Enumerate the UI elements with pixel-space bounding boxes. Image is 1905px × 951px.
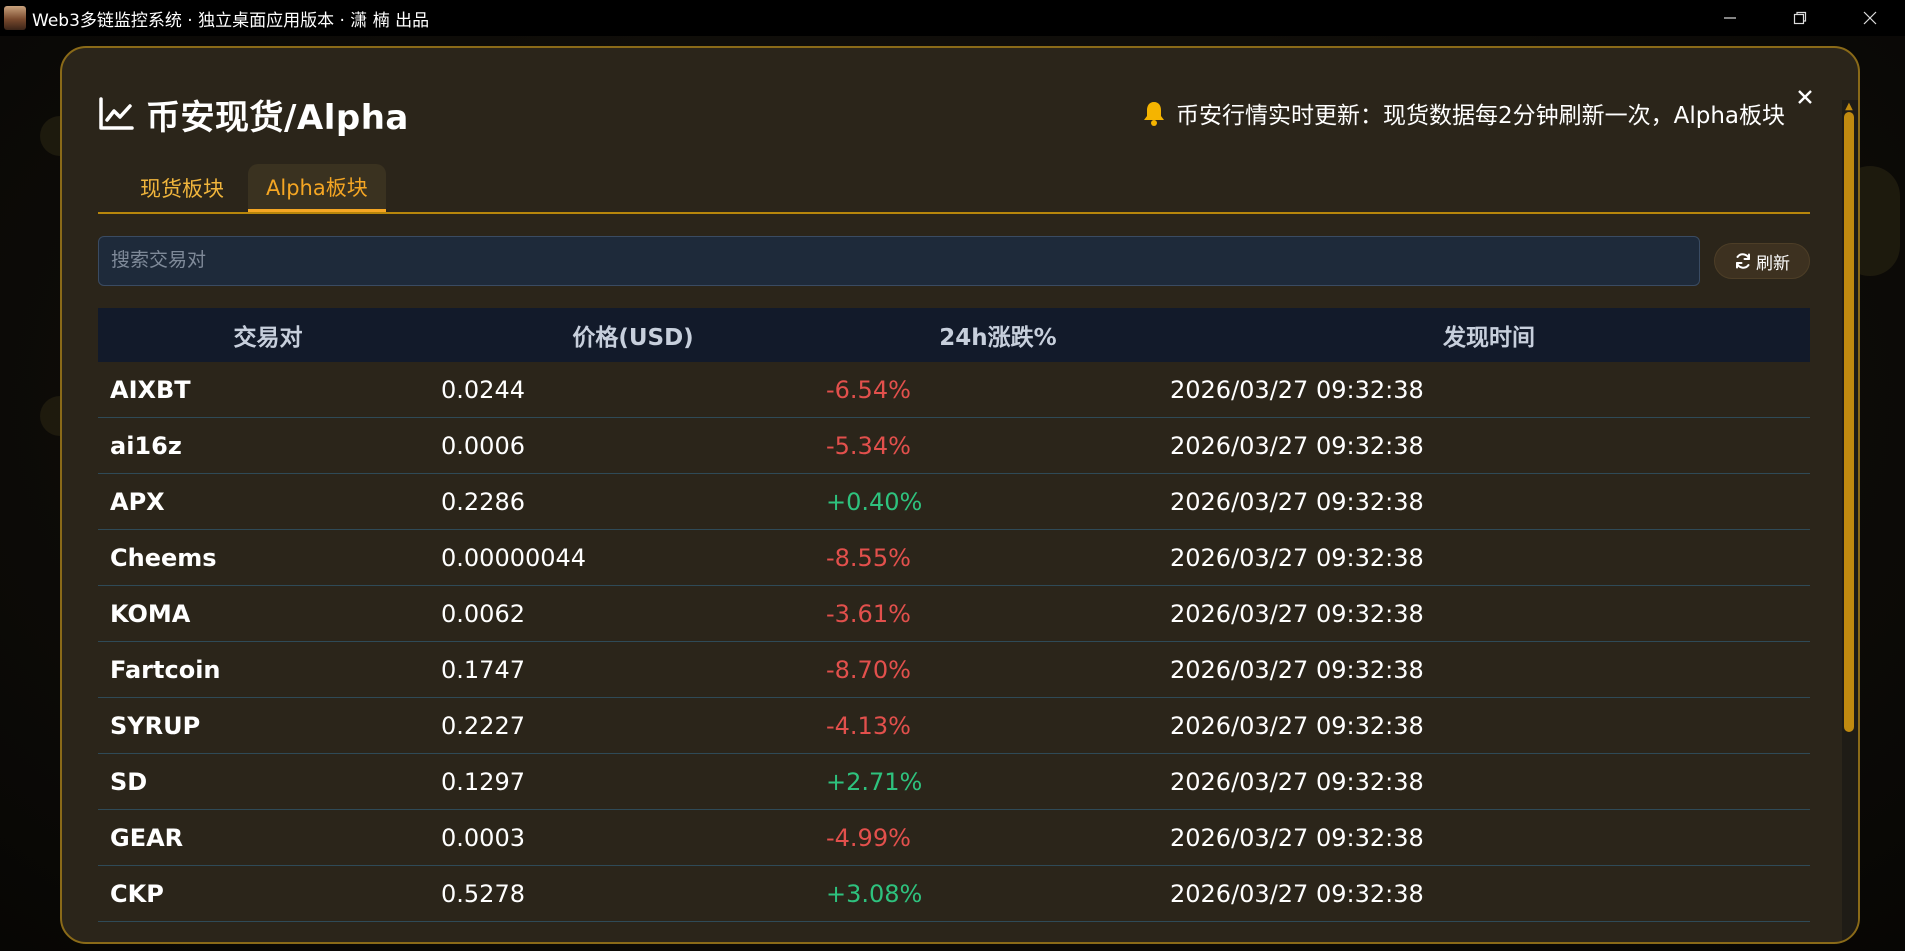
cell-time: 2026/03/27 09:32:38 [1170, 543, 1424, 572]
header-pair[interactable]: 交易对 [98, 318, 438, 352]
cell-price: 0.00000044 [441, 543, 587, 572]
cell-pair: Fartcoin [110, 655, 221, 684]
cell-price: 0.0062 [441, 599, 525, 628]
table-row[interactable]: SD 0.1297 +2.71% 2026/03/27 09:32:38 [98, 754, 1810, 810]
cell-time: 2026/03/27 09:32:38 [1170, 431, 1424, 460]
table-row[interactable]: KOMA 0.0062 -3.61% 2026/03/27 09:32:38 [98, 586, 1810, 642]
cell-price: 0.0244 [441, 375, 525, 404]
cell-change: +2.71% [826, 767, 923, 796]
table-row[interactable]: APX 0.2286 +0.40% 2026/03/27 09:32:38 [98, 474, 1810, 530]
window-controls [1695, 0, 1905, 36]
cell-time: 2026/03/27 09:32:38 [1170, 879, 1424, 908]
window-title: Web3多链监控系统 · 独立桌面应用版本 · 潇 楠 出品 [32, 10, 430, 31]
refresh-icon [1736, 253, 1750, 269]
cell-price: 0.0006 [441, 431, 525, 460]
cell-price: 0.2286 [441, 487, 525, 516]
table-row[interactable]: SYRUP 0.2227 -4.13% 2026/03/27 09:32:38 [98, 698, 1810, 754]
cell-time: 2026/03/27 09:32:38 [1170, 823, 1424, 852]
cell-pair: Cheems [110, 543, 217, 572]
cell-change: -8.70% [826, 655, 911, 684]
cell-change: -8.55% [826, 543, 911, 572]
alpha-table: 交易对 价格(USD) 24h涨跌% 发现时间 AIXBT 0.0244 -6.54… [98, 308, 1810, 922]
header-change[interactable]: 24h涨跌% [828, 318, 1168, 352]
restore-icon[interactable] [1765, 0, 1835, 36]
cell-pair: CKP [110, 879, 164, 908]
table-header: 交易对 价格(USD) 24h涨跌% 发现时间 [98, 308, 1810, 362]
bell-icon [1144, 102, 1164, 126]
cell-change: -6.54% [826, 375, 911, 404]
cell-pair: APX [110, 487, 165, 516]
window-titlebar: Web3多链监控系统 · 独立桌面应用版本 · 潇 楠 出品 [0, 0, 1905, 36]
cell-change: -4.99% [826, 823, 911, 852]
binance-modal: 币安现货/Alpha 币安行情实时更新：现货数据每2分钟刷新一次，Alpha板块… [60, 46, 1860, 944]
cell-time: 2026/03/27 09:32:38 [1170, 599, 1424, 628]
scroll-up-icon[interactable]: ▲ [1844, 102, 1854, 112]
line-chart-icon [99, 97, 134, 130]
search-input[interactable] [98, 236, 1700, 286]
refresh-button[interactable]: 刷新 [1714, 243, 1810, 279]
tab-bar: 现货板块 Alpha板块 [98, 164, 1810, 214]
cell-pair: GEAR [110, 823, 184, 852]
header-time[interactable]: 发现时间 [1168, 318, 1810, 352]
modal-close-button[interactable] [1790, 82, 1820, 112]
minimize-icon[interactable] [1695, 0, 1765, 36]
cell-time: 2026/03/27 09:32:38 [1170, 487, 1424, 516]
tab-spot[interactable]: 现货板块 [122, 164, 242, 212]
update-ticker: 币安行情实时更新：现货数据每2分钟刷新一次，Alpha板块 [1142, 94, 1798, 132]
header-price[interactable]: 价格(USD) [438, 318, 828, 352]
app-avatar-icon [4, 6, 26, 30]
cell-change: -3.61% [826, 599, 911, 628]
ticker-text: 币安行情实时更新：现货数据每2分钟刷新一次，Alpha板块 [1176, 103, 1786, 129]
cell-time: 2026/03/27 09:32:38 [1170, 375, 1424, 404]
cell-price: 0.0003 [441, 823, 525, 852]
table-row[interactable]: GEAR 0.0003 -4.99% 2026/03/27 09:32:38 [98, 810, 1810, 866]
table-body: AIXBT 0.0244 -6.54% 2026/03/27 09:32:38 ai16… [98, 362, 1810, 922]
cell-change: +3.08% [826, 879, 923, 908]
table-row[interactable]: ai16z 0.0006 -5.34% 2026/03/27 09:32:38 [98, 418, 1810, 474]
table-row[interactable]: Fartcoin 0.1747 -8.70% 2026/03/27 09:32:38 [98, 642, 1810, 698]
cell-change: +0.40% [826, 487, 923, 516]
tab-alpha[interactable]: Alpha板块 [248, 164, 386, 212]
window-close-icon[interactable] [1835, 0, 1905, 36]
cell-change: -5.34% [826, 431, 911, 460]
cell-pair: AIXBT [110, 375, 191, 404]
refresh-label: 刷新 [1756, 253, 1790, 274]
table-row[interactable]: AIXBT 0.0244 -6.54% 2026/03/27 09:32:38 [98, 362, 1810, 418]
table-row[interactable]: Cheems 0.00000044 -8.55% 2026/03/27 09:32:3… [98, 530, 1810, 586]
scrollbar-thumb[interactable] [1844, 112, 1854, 732]
cell-price: 0.1747 [441, 655, 525, 684]
cell-time: 2026/03/27 09:32:38 [1170, 711, 1424, 740]
cell-pair: SYRUP [110, 711, 201, 740]
cell-time: 2026/03/27 09:32:38 [1170, 655, 1424, 684]
cell-change: -4.13% [826, 711, 911, 740]
modal-title: 币安现货/Alpha [146, 97, 409, 138]
cell-price: 0.2227 [441, 711, 525, 740]
cell-pair: ai16z [110, 431, 182, 460]
cell-pair: SD [110, 767, 148, 796]
search-row: 刷新 [98, 236, 1810, 286]
close-icon [1798, 90, 1812, 104]
table-row[interactable]: CKP 0.5278 +3.08% 2026/03/27 09:32:38 [98, 866, 1810, 922]
cell-price: 0.1297 [441, 767, 525, 796]
cell-time: 2026/03/27 09:32:38 [1170, 767, 1424, 796]
cell-pair: KOMA [110, 599, 191, 628]
cell-price: 0.5278 [441, 879, 525, 908]
